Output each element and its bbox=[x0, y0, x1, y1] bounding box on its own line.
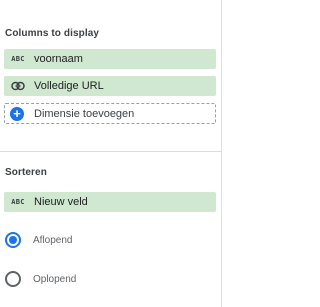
columns-section-title: Columns to display bbox=[5, 28, 100, 39]
abc-icon-text: ABC bbox=[11, 55, 25, 63]
sort-section-title: Sorteren bbox=[5, 167, 47, 178]
radio-button-checked[interactable] bbox=[5, 232, 21, 248]
add-dimension-button[interactable]: + Dimensie toevoegen bbox=[4, 103, 216, 124]
sort-field-label: Nieuw veld bbox=[34, 196, 88, 208]
sort-option-oplopend[interactable]: Oplopend bbox=[5, 271, 76, 287]
radio-button-unchecked[interactable] bbox=[5, 271, 21, 287]
add-dimension-label: Dimensie toevoegen bbox=[34, 107, 135, 120]
properties-panel: Columns to display ABC voornaam Volledig… bbox=[0, 0, 221, 307]
column-chip-label: Volledige URL bbox=[34, 80, 104, 92]
plus-icon: + bbox=[10, 106, 24, 121]
scrollbar-track[interactable] bbox=[221, 0, 225, 307]
link-icon bbox=[8, 81, 28, 91]
abc-icon-text: ABC bbox=[11, 198, 25, 206]
column-chip-voornaam[interactable]: ABC voornaam bbox=[4, 49, 216, 69]
abc-text-type-icon: ABC bbox=[8, 198, 28, 206]
radio-label: Aflopend bbox=[33, 234, 73, 246]
column-chip-volledige-url[interactable]: Volledige URL bbox=[4, 76, 216, 96]
radio-label: Oplopend bbox=[33, 273, 77, 285]
abc-text-type-icon: ABC bbox=[8, 55, 28, 63]
column-chip-label: voornaam bbox=[34, 53, 83, 65]
sort-option-aflopend[interactable]: Aflopend bbox=[5, 232, 72, 248]
sort-field-chip[interactable]: ABC Nieuw veld bbox=[4, 192, 216, 212]
section-divider bbox=[0, 151, 221, 152]
